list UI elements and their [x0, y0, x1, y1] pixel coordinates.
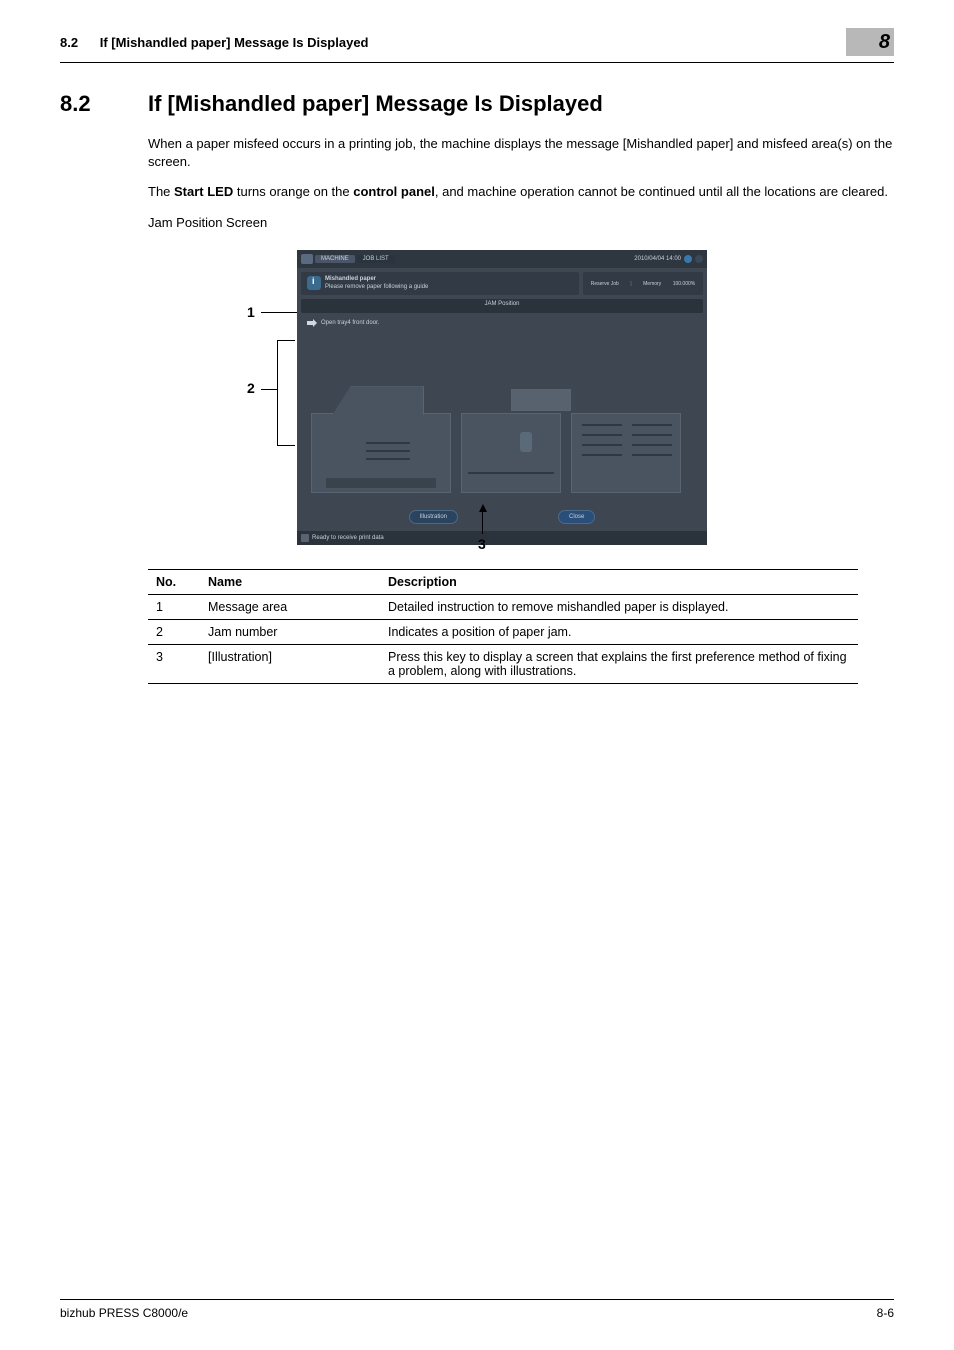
fig-body: Open tray4 front door.	[297, 313, 707, 503]
fig-date-area: 2010/04/04 14:00	[634, 255, 703, 263]
fig-footer: Ready to receive print data	[297, 531, 707, 545]
table-row: 1 Message area Detailed instruction to r…	[148, 595, 858, 620]
help-icon	[695, 255, 703, 263]
fig-date-text: 2010/04/04 14:00	[634, 256, 681, 262]
callout-3-number: 3	[478, 536, 486, 552]
fig-message-bar: Mishandled paper Please remove paper fol…	[297, 268, 707, 300]
th-no: No.	[148, 570, 200, 595]
machine-diagram	[311, 383, 693, 503]
section-number: 8.2	[60, 91, 148, 117]
tab-machine: MACHINE	[315, 255, 355, 263]
fig-bottombar: Illustration Close	[297, 503, 707, 531]
body-text: When a paper misfeed occurs in a printin…	[0, 117, 954, 232]
callout-2-number: 2	[247, 380, 255, 396]
close-button[interactable]: Close	[558, 510, 595, 524]
footer-left: bizhub PRESS C8000/e	[60, 1306, 188, 1320]
info-square-icon	[307, 276, 321, 290]
fig-message-left: Mishandled paper Please remove paper fol…	[301, 272, 579, 296]
diagram-unit-right	[571, 413, 681, 493]
tab-joblist: JOB LIST	[357, 255, 395, 263]
info-icon	[684, 255, 692, 263]
callout-2-bracket-bottom	[277, 390, 295, 446]
cell-no: 2	[148, 620, 200, 645]
table-row: 3 [Illustration] Press this key to displ…	[148, 645, 858, 684]
callout-2-bracket-top	[277, 340, 295, 390]
cell-desc: Indicates a position of paper jam.	[380, 620, 858, 645]
cell-name: [Illustration]	[200, 645, 380, 684]
fig-strip: JAM Position	[301, 299, 703, 313]
p2-part: turns orange on the	[233, 184, 353, 199]
diagram-unit-left	[311, 413, 451, 493]
section-heading: 8.2 If [Mishandled paper] Message Is Dis…	[0, 63, 954, 117]
fig-footer-status: Ready to receive print data	[312, 535, 384, 541]
section-title: If [Mishandled paper] Message Is Display…	[148, 91, 603, 117]
user-icon	[301, 254, 313, 264]
paragraph-1: When a paper misfeed occurs in a printin…	[148, 135, 894, 171]
fig-message-sub: Please remove paper following a guide	[325, 284, 428, 292]
diagram-unit-mid-top	[511, 389, 571, 411]
callout-2-line	[261, 389, 277, 390]
cell-name: Jam number	[200, 620, 380, 645]
cell-no: 1	[148, 595, 200, 620]
page-footer: bizhub PRESS C8000/e 8-6	[60, 1299, 894, 1320]
fig-message-text: Mishandled paper Please remove paper fol…	[325, 276, 428, 292]
pointer-icon	[307, 319, 317, 327]
fig-strip-label: JAM Position	[484, 301, 519, 307]
fig-step-text: Open tray4 front door.	[321, 320, 379, 326]
p2-bold1: Start LED	[174, 184, 233, 199]
fig-message-title: Mishandled paper	[325, 276, 428, 284]
fig-step-row: Open tray4 front door.	[307, 319, 701, 327]
th-name: Name	[200, 570, 380, 595]
header-section-ref: 8.2 If [Mishandled paper] Message Is Dis…	[60, 35, 369, 50]
callout-3-line	[482, 512, 483, 534]
reserve-job-label: Reserve Job	[591, 281, 619, 287]
header-ref-name: If [Mishandled paper] Message Is Display…	[100, 35, 369, 50]
figure-wrapper: 1 2 MACHINE JOB LIST 2010/04/04 14:00 Mi…	[247, 250, 707, 546]
paragraph-3: Jam Position Screen	[148, 214, 894, 232]
lock-icon	[301, 534, 309, 542]
paragraph-2: The Start LED turns orange on the contro…	[148, 183, 894, 201]
chapter-badge: 8	[846, 28, 894, 56]
footer-right: 8-6	[877, 1306, 894, 1320]
callout-3-arrow	[479, 504, 487, 512]
fig-topbar: MACHINE JOB LIST 2010/04/04 14:00	[297, 250, 707, 268]
fig-tabs: MACHINE JOB LIST	[301, 254, 395, 264]
memory-value: 100.000%	[673, 281, 696, 287]
illustration-button[interactable]: Illustration	[409, 510, 458, 524]
cell-name: Message area	[200, 595, 380, 620]
reference-table: No. Name Description 1 Message area Deta…	[148, 569, 858, 684]
callout-1-number: 1	[247, 304, 255, 320]
p2-part: , and machine operation cannot be contin…	[435, 184, 888, 199]
p2-bold2: control panel	[353, 184, 435, 199]
jam-screen-figure: MACHINE JOB LIST 2010/04/04 14:00 Mishan…	[297, 250, 707, 546]
p2-part: The	[148, 184, 174, 199]
cell-no: 3	[148, 645, 200, 684]
page-header: 8.2 If [Mishandled paper] Message Is Dis…	[0, 0, 954, 56]
memory-label: Memory	[643, 281, 661, 287]
fig-message-right: Reserve Job | Memory 100.000%	[583, 272, 703, 296]
header-ref-num: 8.2	[60, 35, 78, 50]
table-header-row: No. Name Description	[148, 570, 858, 595]
th-desc: Description	[380, 570, 858, 595]
diagram-unit-mid	[461, 413, 561, 493]
table-row: 2 Jam number Indicates a position of pap…	[148, 620, 858, 645]
cell-desc: Press this key to display a screen that …	[380, 645, 858, 684]
cell-desc: Detailed instruction to remove mishandle…	[380, 595, 858, 620]
